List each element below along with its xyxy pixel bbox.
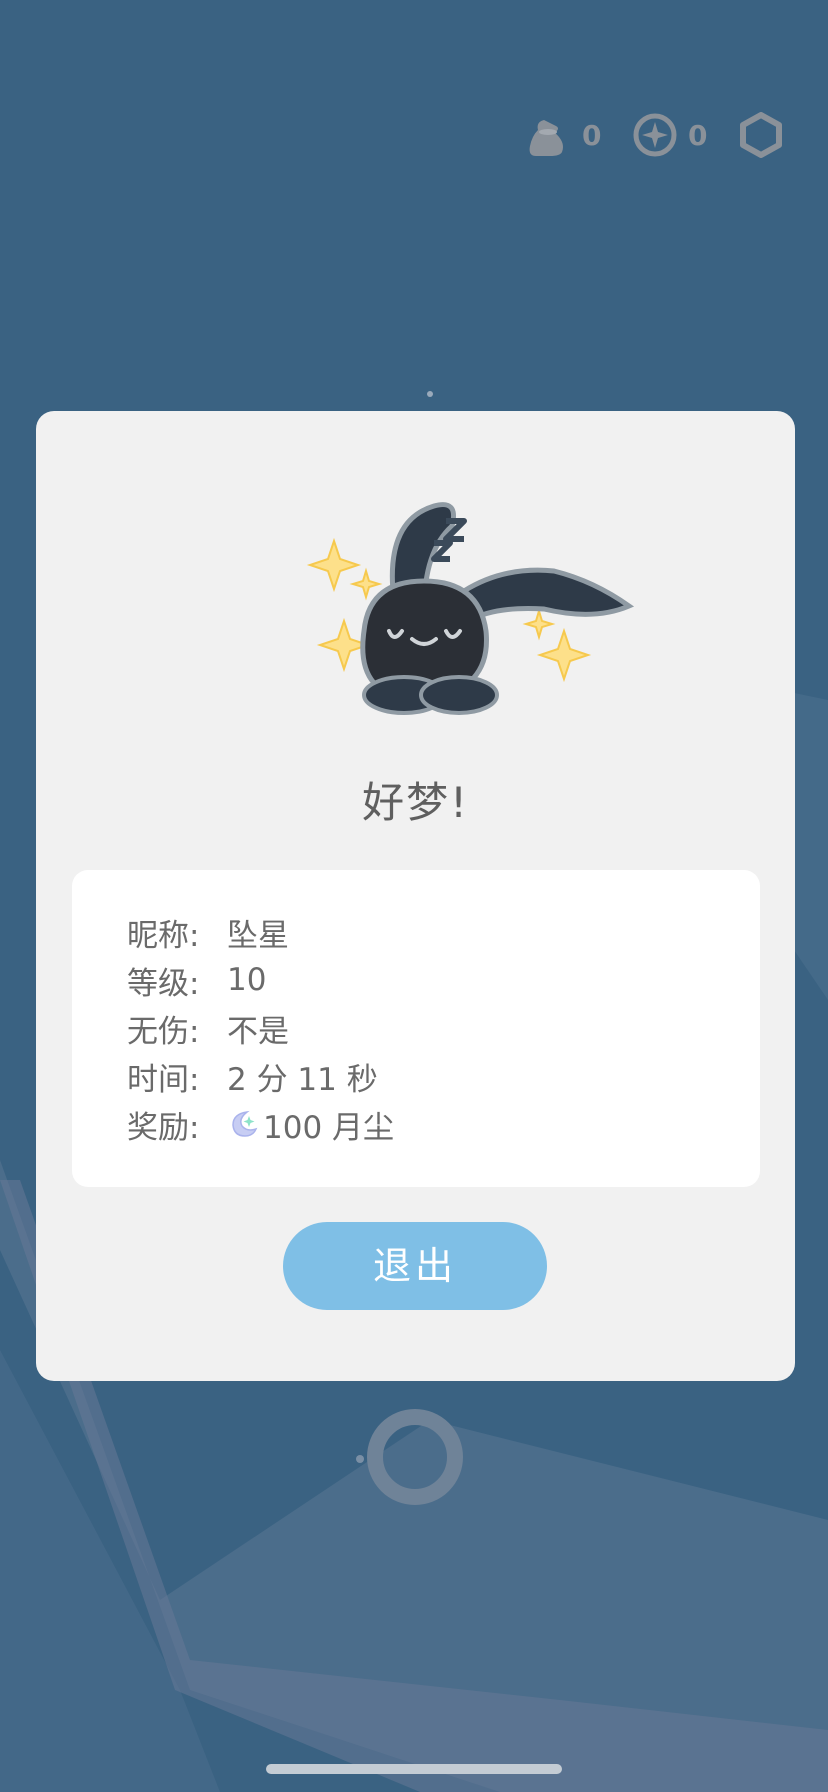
compass-count: 0 bbox=[688, 118, 708, 152]
nickname-label: 昵称: bbox=[127, 917, 200, 954]
hexagon-settings-icon bbox=[740, 112, 782, 158]
result-info-card: 昵称: 坠星 等级: 10 无伤: 不是 时间: 2 分 11 秒 奖励: 10… bbox=[72, 870, 760, 1187]
level-value: 10 bbox=[227, 962, 267, 998]
home-indicator[interactable] bbox=[266, 1764, 562, 1774]
result-dialog: 好梦! 昵称: 坠星 等级: 10 无伤: 不是 时间: 2 分 11 秒 奖励… bbox=[36, 411, 795, 1381]
bag-icon bbox=[529, 120, 563, 156]
reward-value-group: 100 月尘 bbox=[227, 1102, 394, 1147]
time-label: 时间: bbox=[127, 1061, 200, 1098]
game-screen: 0 0 好梦! 昵称: 坠星 等级: 10 无伤: 不是 时间: 2 分 11 … bbox=[0, 0, 828, 1792]
result-info-list: 昵称: 坠星 等级: 10 无伤: 不是 时间: 2 分 11 秒 奖励: 10… bbox=[127, 908, 394, 1148]
bag-counter[interactable]: 0 bbox=[526, 112, 602, 158]
no-damage-value: 不是 bbox=[227, 1013, 289, 1050]
nickname-row: 昵称: 坠星 bbox=[127, 908, 394, 956]
moon-dust-icon bbox=[232, 1110, 258, 1137]
settings-button[interactable] bbox=[738, 112, 784, 158]
no-damage-label: 无伤: bbox=[127, 1013, 200, 1050]
compass-counter[interactable]: 0 bbox=[632, 112, 708, 158]
no-damage-row: 无伤: 不是 bbox=[127, 1004, 394, 1052]
top-hud: 0 0 bbox=[496, 112, 784, 158]
level-label: 等级: bbox=[127, 965, 200, 1002]
level-row: 等级: 10 bbox=[127, 956, 394, 1004]
nickname-value: 坠星 bbox=[227, 917, 289, 954]
reward-row: 奖励: 100 月尘 bbox=[127, 1100, 394, 1148]
sleeping-bunny-icon bbox=[306, 502, 635, 715]
bag-count: 0 bbox=[582, 118, 602, 152]
time-row: 时间: 2 分 11 秒 bbox=[127, 1052, 394, 1100]
reward-label: 奖励: bbox=[127, 1109, 200, 1146]
time-value: 2 分 11 秒 bbox=[227, 1061, 378, 1098]
dialog-title: 好梦! bbox=[362, 778, 469, 827]
exit-button[interactable]: 退出 bbox=[283, 1222, 547, 1310]
compass-icon bbox=[633, 113, 677, 157]
reward-value: 100 月尘 bbox=[263, 1109, 395, 1146]
